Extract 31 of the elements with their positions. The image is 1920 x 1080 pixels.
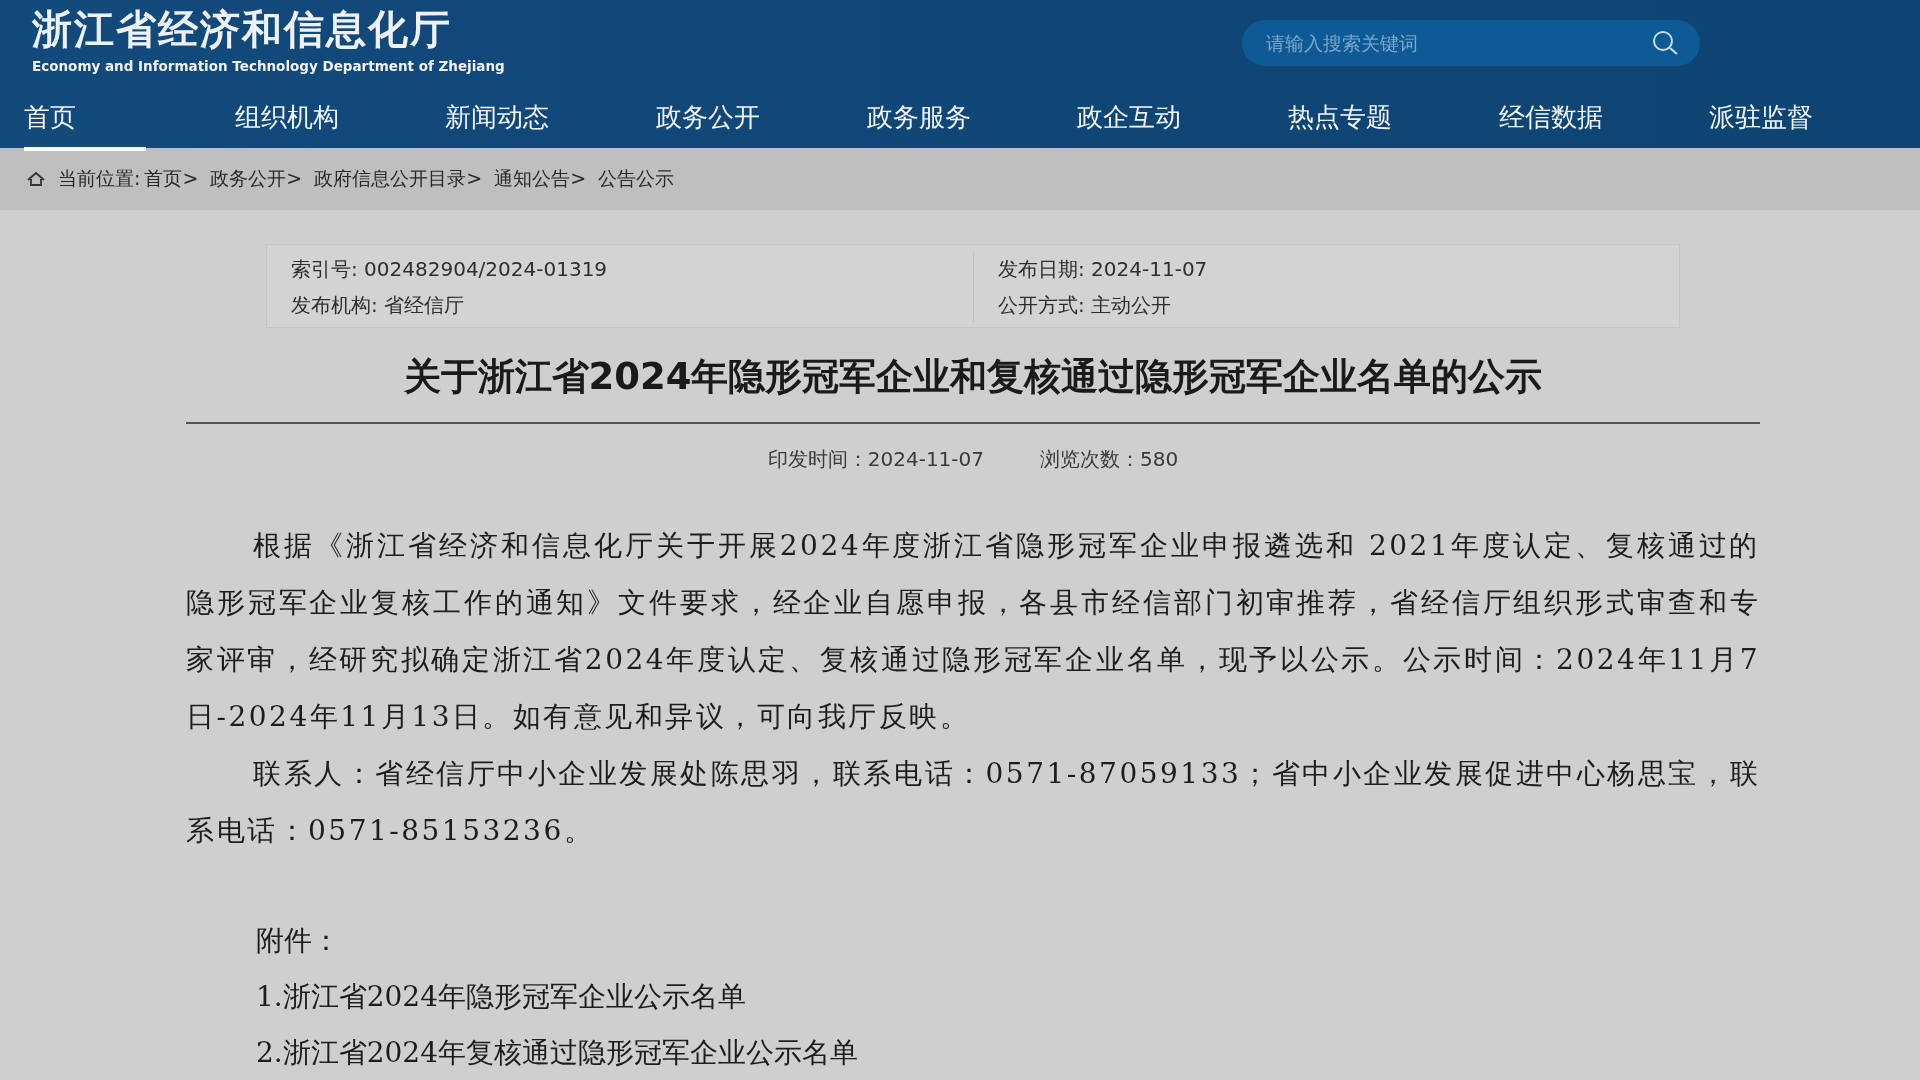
breadcrumb-link[interactable]: 政务公开> [210, 166, 303, 192]
site-subtitle: Economy and Information Technology Department of Zhejiang [32, 58, 505, 74]
breadcrumb-label: 当前位置: [58, 166, 141, 191]
attachment-link[interactable]: 1.浙江省2024年隐形冠军企业公示名单 [256, 969, 746, 1025]
search-icon[interactable] [1650, 28, 1680, 58]
meta-field: 发布机构: 省经信厅 [267, 287, 973, 323]
nav-tab[interactable]: 经信数据 [1498, 88, 1710, 148]
site-title: 浙江省经济和信息化厅 [32, 6, 453, 52]
search-field[interactable]: 请输入搜索关键词 [1242, 20, 1700, 66]
nav-tab[interactable]: 政企互动 [1077, 88, 1289, 148]
paragraph: 联系人：省经信厅中小企业发展处陈思羽，联系电话：0571-87059133；省中小企业发展促进中心杨思宝，联系电话：0571-85153236。 [186, 756, 1760, 849]
breadcrumb-link[interactable]: 通知公告> [494, 166, 587, 192]
article-info: 浏览次数：580 [1040, 446, 1179, 473]
breadcrumb-link[interactable]: 首页> [144, 166, 199, 192]
breadcrumb-link[interactable]: 政府信息公开目录> [314, 166, 483, 192]
nav-tab[interactable]: 派驻监督 [1709, 88, 1920, 148]
home-icon [26, 171, 46, 187]
nav-tab[interactable]: 新闻动态 [445, 88, 656, 148]
nav-tab[interactable]: 组织机构 [234, 88, 446, 148]
meta-field: 发布日期: 2024-11-07 [973, 251, 1679, 287]
meta-field: 公开方式: 主动公开 [973, 287, 1679, 323]
nav-tab[interactable]: 热点专题 [1288, 88, 1499, 148]
article-title: 关于浙江省2024年隐形冠军企业和复核通过隐形冠军企业名单的公示 [186, 352, 1760, 424]
attachments-label: 附件： [256, 923, 340, 959]
attachment-link[interactable]: 2.浙江省2024年复核通过隐形冠军企业公示名单 [256, 1025, 858, 1080]
paragraph: 根据《浙江省经济和信息化厅关于开展2024年度浙江省隐形冠军企业申报遴选和 2021年度认定、复核通过的隐形冠军企业复核工作的通知》文件要求，经企业自愿申报，各县市经信部门初审推荐，省经信厅组织形式审查和专家评审，经研究拟确定浙江省2024年度认定、复核通过隐形冠军企业名单，现予以公示。公示时间：2024年11月7日-2024年11月13日。如有意见和异议，可向我厅反映。 [186, 528, 1760, 735]
breadcrumb-link[interactable]: 公告公示 [598, 166, 675, 192]
article-info: 印发时间：2024-11-07 [767, 446, 984, 473]
nav-tab[interactable]: 政务服务 [866, 88, 1078, 148]
meta-field: 索引号: 002482904/2024-01319 [267, 251, 973, 287]
nav-tab[interactable]: 政务公开 [656, 88, 867, 148]
